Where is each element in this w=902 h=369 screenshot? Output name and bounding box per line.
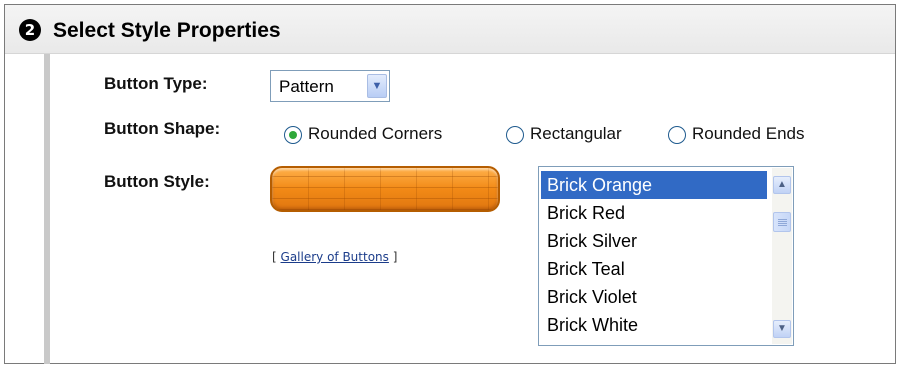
button-shape-label: Button Shape: <box>104 119 221 138</box>
gallery-of-buttons-link[interactable]: Gallery of Buttons <box>281 250 389 264</box>
style-option-brick-red[interactable]: Brick Red <box>541 199 767 227</box>
radio-rounded-ends[interactable] <box>668 126 686 144</box>
listbox-scrollbar[interactable]: ▲ ▼ <box>772 168 792 344</box>
style-option-brick-silver[interactable]: Brick Silver <box>541 227 767 255</box>
scroll-thumb[interactable] <box>773 212 791 232</box>
style-option-brick-teal[interactable]: Brick Teal <box>541 255 767 283</box>
button-type-value: Pattern <box>279 77 334 96</box>
scroll-up-icon[interactable]: ▲ <box>773 176 791 194</box>
button-style-preview <box>270 166 500 212</box>
chevron-down-icon[interactable]: ▼ <box>367 74 387 98</box>
radio-rounded-corners[interactable] <box>284 126 302 144</box>
section-divider <box>44 54 50 364</box>
button-style-label: Button Style: <box>104 172 210 191</box>
button-type-select[interactable]: Pattern ▼ <box>270 70 390 102</box>
radio-rounded-ends-label[interactable]: Rounded Ends <box>692 124 804 144</box>
radio-rounded-corners-label[interactable]: Rounded Corners <box>308 124 442 144</box>
gallery-bracket-close: ] <box>392 250 398 264</box>
section-title: Select Style Properties <box>53 19 281 42</box>
radio-rectangular-label[interactable]: Rectangular <box>530 124 622 144</box>
scroll-down-icon[interactable]: ▼ <box>773 320 791 338</box>
style-option-brick-white[interactable]: Brick White <box>541 311 767 339</box>
style-option-brick-violet[interactable]: Brick Violet <box>541 283 767 311</box>
step-number-icon: 2 <box>19 19 41 41</box>
button-style-listbox[interactable]: Brick Orange Brick Red Brick Silver Bric… <box>538 166 794 346</box>
radio-rectangular[interactable] <box>506 126 524 144</box>
section-header: 2 Select Style Properties <box>5 5 895 54</box>
gallery-bracket-open: [ <box>272 250 277 264</box>
button-type-label: Button Type: <box>104 74 208 93</box>
style-option-brick-orange[interactable]: Brick Orange <box>541 171 767 199</box>
gallery-link-container: [ Gallery of Buttons ] <box>272 250 397 264</box>
